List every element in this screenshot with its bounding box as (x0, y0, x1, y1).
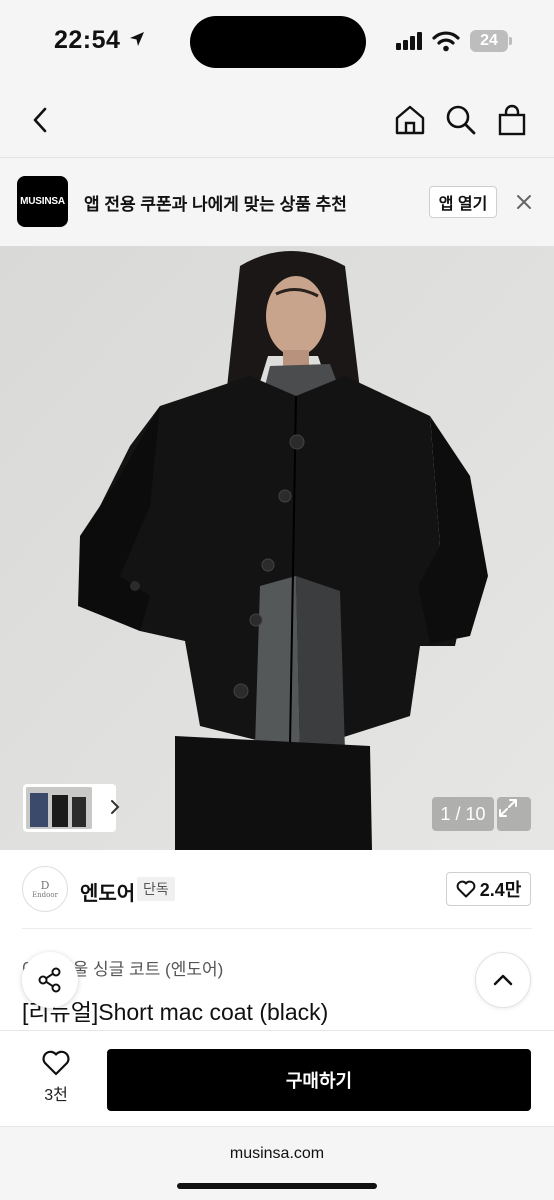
close-banner-button[interactable] (514, 192, 534, 217)
divider (22, 928, 532, 929)
expand-icon (499, 799, 517, 817)
app-banner-text: 앱 전용 쿠폰과 나에게 맞는 상품 추천 (84, 195, 347, 214)
brand-logo-letter: D (40, 878, 50, 892)
status-bar: 22:54 24 (0, 0, 554, 84)
buy-button[interactable]: 구매하기 (107, 1049, 531, 1111)
product-image-gallery[interactable]: 1 / 10 (0, 246, 554, 850)
app-banner: MUSINSA 앱 전용 쿠폰과 나에게 맞는 상품 추천 앱 열기 (0, 158, 554, 246)
shopping-bag-icon (498, 104, 526, 136)
product-photo (0, 246, 554, 850)
home-icon (395, 105, 425, 135)
nav-bar (0, 84, 554, 158)
heart-icon (42, 1050, 70, 1076)
scroll-top-button[interactable] (475, 952, 531, 1008)
chevron-left-icon (33, 107, 47, 133)
expand-button[interactable] (497, 797, 531, 831)
image-counter: 1 / 10 (432, 797, 494, 831)
thumbnail-image (26, 787, 92, 829)
home-button[interactable] (392, 102, 428, 138)
battery-cap (509, 37, 512, 45)
brand-logo[interactable]: D Endoor (22, 866, 68, 912)
buy-bar: 3천 구매하기 (0, 1030, 554, 1126)
product-page: 22:54 24 MUSINSA 앱 전용 쿠폰과 나에게 맞는 상품 추천 앱… (0, 0, 554, 1200)
back-button[interactable] (22, 102, 58, 138)
chevron-up-icon (493, 974, 513, 986)
close-icon (517, 195, 531, 209)
heart-icon (456, 880, 476, 898)
location-arrow-icon (128, 30, 146, 53)
exclusive-badge: 단독 (137, 877, 175, 901)
brand-row: D Endoor 엔도어 단독 2.4만 (0, 850, 554, 928)
brand-like-button[interactable]: 2.4만 (446, 872, 531, 906)
search-button[interactable] (443, 102, 479, 138)
cart-button[interactable] (494, 102, 530, 138)
url-text: musinsa.com (229, 1145, 325, 1162)
battery-indicator: 24 (470, 30, 508, 52)
breadcrumb-category[interactable]: 겨울 싱글 코트 (엔도어) (57, 960, 223, 979)
brand-logo-sub: Endoor (32, 890, 58, 899)
share-icon (38, 967, 61, 993)
dynamic-island (190, 16, 366, 68)
open-app-button[interactable]: 앱 열기 (429, 186, 497, 218)
browser-url-bar[interactable]: musinsa.com (0, 1126, 554, 1200)
search-icon (446, 105, 476, 135)
wishlist-count: 3천 (44, 1087, 68, 1104)
status-time: 22:54 (54, 26, 121, 54)
brand-like-count: 2.4만 (479, 880, 522, 900)
thumbnail-strip[interactable] (23, 784, 120, 832)
share-button[interactable] (22, 952, 78, 1008)
wishlist-button[interactable]: 3천 (22, 1049, 90, 1113)
musinsa-logo: MUSINSA (17, 176, 68, 227)
home-indicator (177, 1183, 377, 1189)
wifi-icon (432, 30, 460, 57)
signal-icon (396, 32, 424, 55)
brand-name[interactable]: 엔도어 (80, 877, 135, 906)
